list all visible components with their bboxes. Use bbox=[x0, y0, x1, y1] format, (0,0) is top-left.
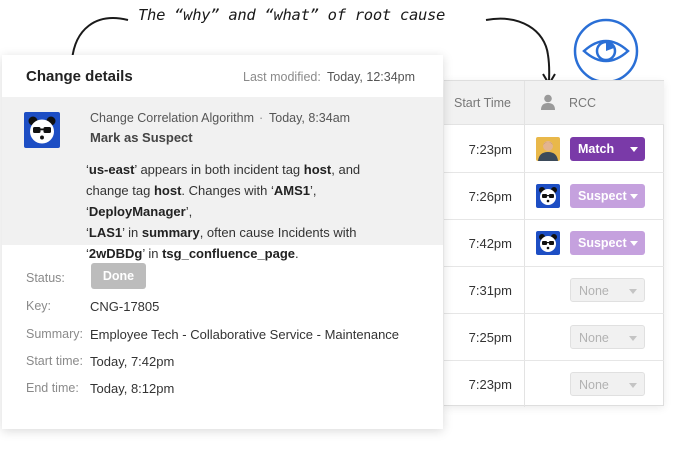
rcc-label: None bbox=[579, 331, 609, 345]
table-row[interactable]: 7:42pm Suspect bbox=[444, 220, 664, 267]
header-rcc[interactable]: RCC bbox=[569, 96, 596, 110]
row-start-time: 7:23pm bbox=[468, 142, 512, 157]
rcc-label: Suspect bbox=[578, 189, 627, 203]
row-start-time: 7:26pm bbox=[468, 189, 512, 204]
panda-bear-icon bbox=[536, 184, 560, 208]
table-row[interactable]: 7:23pm None bbox=[444, 361, 664, 408]
rcc-dropdown-none[interactable]: None bbox=[570, 325, 645, 349]
summary-value: Employee Tech - Collaborative Service - … bbox=[90, 327, 400, 342]
user-icon bbox=[541, 94, 555, 110]
event-separator: · bbox=[259, 111, 264, 125]
rcc-label: Suspect bbox=[578, 236, 627, 250]
header-start-time[interactable]: Start Time bbox=[454, 96, 511, 110]
start-time-value: Today, 7:42pm bbox=[90, 354, 175, 369]
last-modified-label: Last modified: bbox=[243, 70, 321, 84]
end-time-label: End time: bbox=[26, 381, 79, 395]
chevron-down-icon bbox=[629, 383, 637, 388]
table-row[interactable]: 7:23pm Match bbox=[444, 126, 664, 173]
key-label: Key: bbox=[26, 299, 52, 313]
rcc-dropdown-suspect[interactable]: Suspect bbox=[570, 231, 645, 255]
annotation-text: The “why” and “what” of root cause bbox=[138, 6, 446, 24]
start-time-label: Start time: bbox=[26, 354, 83, 368]
person-avatar bbox=[536, 137, 560, 161]
status-badge: Done bbox=[91, 263, 146, 289]
event-source: Change Correlation Algorithm bbox=[90, 111, 254, 125]
last-modified-value: Today, 12:34pm bbox=[327, 70, 416, 84]
eye-icon bbox=[573, 18, 639, 84]
table-header: Start Time RCC bbox=[444, 81, 664, 125]
panda-bear-icon bbox=[536, 231, 560, 255]
key-value: CNG-17805 bbox=[90, 299, 160, 314]
rcc-label: None bbox=[579, 378, 609, 392]
row-start-time: 7:25pm bbox=[468, 330, 512, 345]
rcc-label: Match bbox=[578, 142, 615, 156]
table-row[interactable]: 7:31pm None bbox=[444, 267, 664, 314]
event-action: Mark as Suspect bbox=[90, 130, 193, 145]
row-start-time: 7:23pm bbox=[468, 377, 512, 392]
row-start-time: 7:31pm bbox=[468, 283, 512, 298]
summary-label: Summary: bbox=[26, 327, 83, 341]
rcc-dropdown-match[interactable]: Match bbox=[570, 137, 645, 161]
chevron-down-icon bbox=[629, 336, 637, 341]
chevron-down-icon bbox=[630, 241, 638, 246]
rcc-dropdown-suspect[interactable]: Suspect bbox=[570, 184, 645, 208]
rcc-dropdown-none[interactable]: None bbox=[570, 278, 645, 302]
end-time-value: Today, 8:12pm bbox=[90, 381, 175, 396]
correlation-event: Change Correlation Algorithm · Today, 8:… bbox=[2, 97, 443, 261]
chevron-down-icon bbox=[630, 147, 638, 152]
panel-title: Change details bbox=[26, 68, 133, 85]
row-start-time: 7:42pm bbox=[468, 236, 512, 251]
changes-table: Start Time RCC 7:23pm Match 7:26pm Suspe… bbox=[444, 80, 664, 408]
change-details-panel: Change details Last modified: Today, 12:… bbox=[2, 55, 443, 429]
chevron-down-icon bbox=[629, 289, 637, 294]
rcc-dropdown-none[interactable]: None bbox=[570, 372, 645, 396]
event-explanation: ‘us-east’ appears in both incident tag h… bbox=[86, 162, 361, 261]
rcc-label: None bbox=[579, 284, 609, 298]
table-row[interactable]: 7:26pm Suspect bbox=[444, 173, 664, 220]
panda-bear-icon bbox=[24, 112, 60, 148]
status-label: Status: bbox=[26, 271, 65, 285]
chevron-down-icon bbox=[630, 194, 638, 199]
table-row[interactable]: 7:25pm None bbox=[444, 314, 664, 361]
event-time: Today, 8:34am bbox=[269, 111, 351, 125]
